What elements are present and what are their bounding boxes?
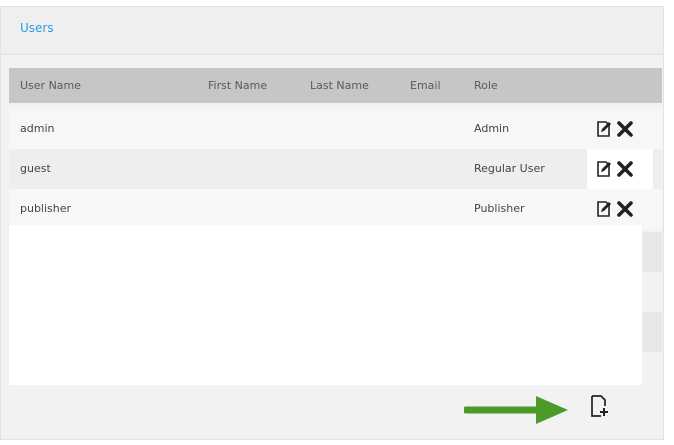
cell-username: guest — [20, 162, 51, 175]
edit-icon[interactable] — [595, 200, 613, 218]
cell-username: publisher — [20, 202, 72, 215]
delete-icon[interactable] — [616, 160, 634, 178]
cell-role: Regular User — [474, 162, 545, 175]
edit-icon[interactable] — [595, 120, 613, 138]
column-header-role[interactable]: Role — [474, 68, 498, 103]
panel-title: Users — [20, 21, 54, 35]
column-header-first-name[interactable]: First Name — [208, 68, 267, 103]
table-row[interactable]: guest Regular User — [9, 149, 662, 189]
row-actions — [587, 109, 653, 149]
table-header: User Name First Name Last Name Email Rol… — [9, 68, 662, 103]
arrow-right-indicator — [464, 396, 568, 424]
panel-header: Users — [1, 7, 663, 55]
column-header-email[interactable]: Email — [410, 68, 441, 103]
edit-icon[interactable] — [595, 160, 613, 178]
add-user-icon[interactable] — [587, 394, 611, 418]
row-stripe — [642, 232, 662, 272]
cell-role: Publisher — [474, 202, 525, 215]
row-actions — [587, 189, 653, 229]
cell-username: admin — [20, 122, 55, 135]
column-header-user-name[interactable]: User Name — [20, 68, 81, 103]
cell-role: Admin — [474, 122, 510, 135]
row-actions — [587, 149, 653, 189]
table-row[interactable]: publisher Publisher — [9, 189, 662, 229]
table-row[interactable]: admin Admin — [9, 109, 662, 149]
delete-icon[interactable] — [616, 120, 634, 138]
delete-icon[interactable] — [616, 200, 634, 218]
row-stripe — [642, 312, 662, 352]
table-empty-area — [9, 225, 642, 385]
column-header-last-name[interactable]: Last Name — [310, 68, 369, 103]
